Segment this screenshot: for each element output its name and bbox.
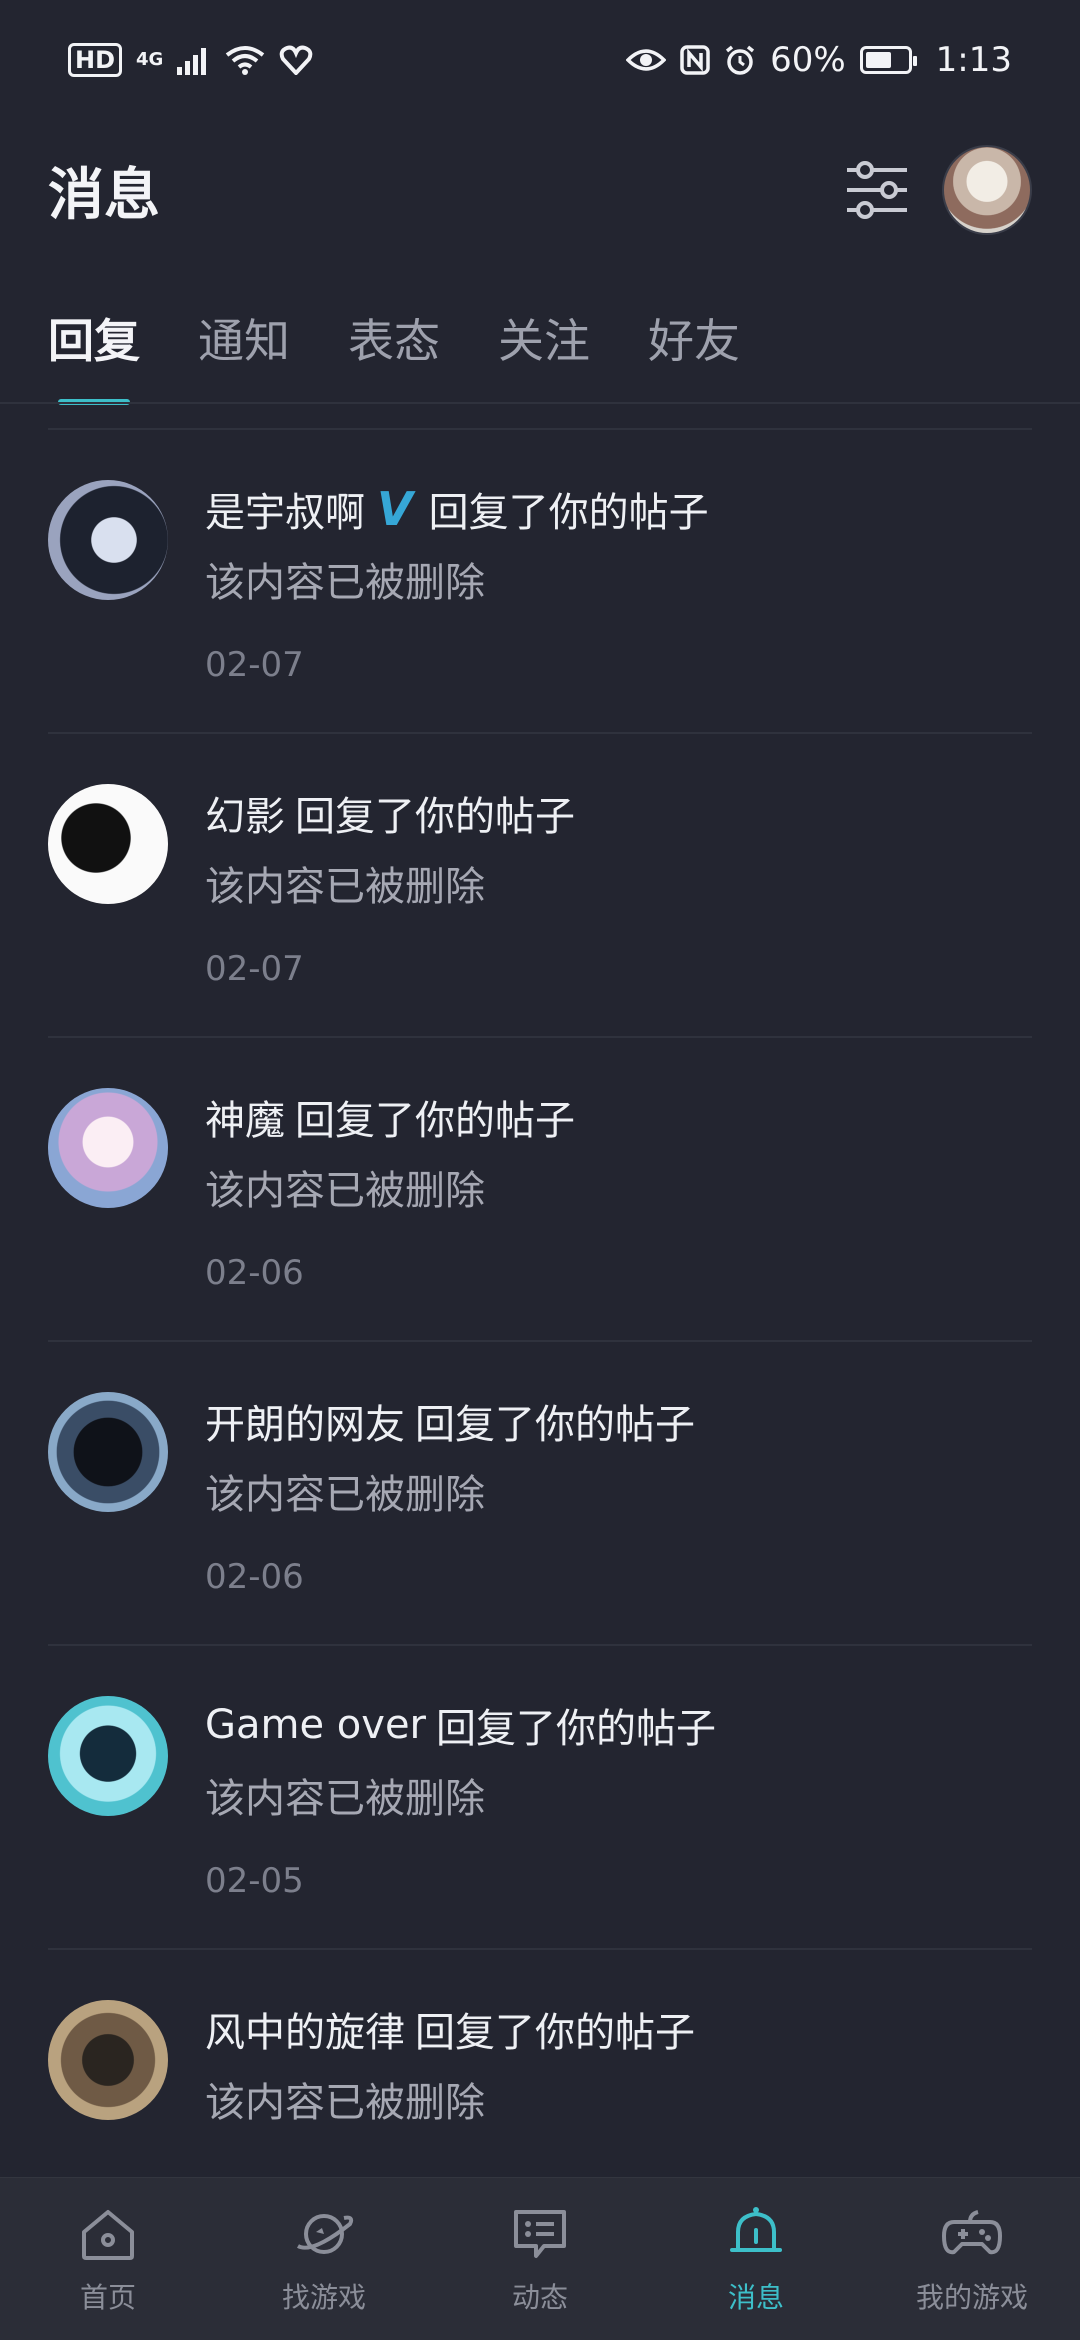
nav-my-games[interactable]: 我的游戏 <box>872 2202 1072 2316</box>
avatar[interactable] <box>48 2000 168 2120</box>
nav-label: 找游戏 <box>281 2281 366 2314</box>
tab-friends[interactable]: 好友 <box>648 295 740 371</box>
nav-home[interactable]: 首页 <box>8 2202 208 2316</box>
username[interactable]: 是宇叔啊 <box>205 480 365 538</box>
hd-indicator: HD <box>68 43 123 77</box>
filter-button[interactable] <box>842 155 912 225</box>
page-title: 消息 <box>48 162 160 228</box>
battery-icon <box>859 46 917 74</box>
action-text: 回复了你的帖子 <box>295 794 575 840</box>
message-date: 02-05 <box>205 1861 304 1901</box>
list-item[interactable]: Game over 回复了你的帖子 该内容已被删除 02-05 <box>48 1646 1032 1950</box>
message-date: 02-07 <box>205 645 304 685</box>
tab-replies[interactable]: 回复 <box>48 295 140 405</box>
action-text: 回复了你的帖子 <box>415 2010 695 2056</box>
nav-label: 消息 <box>727 2281 784 2314</box>
battery-percent: 60% <box>770 40 846 80</box>
nav-messages[interactable]: 消息 <box>656 2202 856 2316</box>
sliders-icon <box>847 161 907 219</box>
username[interactable]: Game over <box>205 1702 426 1748</box>
status-bar: HD 4G 60% 1:13 <box>0 0 1080 120</box>
nfc-icon <box>680 45 710 75</box>
message-date: 02-06 <box>205 1557 304 1597</box>
bell-icon <box>730 2207 782 2252</box>
avatar[interactable] <box>48 1696 168 1816</box>
username[interactable]: 风中的旋律 <box>205 2000 405 2058</box>
message-list: 是宇叔啊 V 回复了你的帖子 该内容已被删除 02-07 幻影 回复了你的帖子 … <box>0 428 1080 2254</box>
nav-label: 动态 <box>511 2281 568 2314</box>
nav-find-games[interactable]: 找游戏 <box>224 2202 424 2316</box>
message-title: 风中的旋律 回复了你的帖子 <box>205 2000 695 2058</box>
tab-follows[interactable]: 关注 <box>498 295 590 371</box>
message-content: 该内容已被删除 <box>205 560 485 606</box>
username[interactable]: 神魔 <box>205 1088 285 1146</box>
message-date: 02-07 <box>205 949 304 989</box>
message-title: 开朗的网友 回复了你的帖子 <box>205 1392 695 1450</box>
signal-icon <box>177 48 207 75</box>
heart-icon <box>280 45 313 75</box>
gamepad-icon <box>942 2210 1002 2255</box>
message-content: 该内容已被删除 <box>205 2080 485 2126</box>
message-title: Game over 回复了你的帖子 <box>205 1696 716 1754</box>
list-item[interactable]: 是宇叔啊 V 回复了你的帖子 该内容已被删除 02-07 <box>48 430 1032 734</box>
planet-icon <box>297 2214 354 2254</box>
tab-reactions[interactable]: 表态 <box>348 295 440 371</box>
message-content: 该内容已被删除 <box>205 1472 485 1518</box>
clock: 1:13 <box>935 40 1012 80</box>
action-text: 回复了你的帖子 <box>415 1402 695 1448</box>
nav-label: 我的游戏 <box>915 2281 1028 2314</box>
list-item[interactable]: 幻影 回复了你的帖子 该内容已被删除 02-07 <box>48 734 1032 1038</box>
message-tabs: 回复 通知 表态 关注 好友 <box>48 295 740 405</box>
nav-feed[interactable]: 动态 <box>440 2202 640 2316</box>
list-item[interactable]: 神魔 回复了你的帖子 该内容已被删除 02-06 <box>48 1038 1032 1342</box>
message-title: 幻影 回复了你的帖子 <box>205 784 575 842</box>
tabs-divider <box>0 402 1080 404</box>
action-text: 回复了你的帖子 <box>295 1098 575 1144</box>
message-title: 神魔 回复了你的帖子 <box>205 1088 575 1146</box>
bottom-nav: 首页 找游戏 动态 消息 我的游戏 <box>0 2177 1080 2340</box>
action-text: 回复了你的帖子 <box>428 490 709 536</box>
user-avatar[interactable] <box>942 145 1032 235</box>
avatar[interactable] <box>48 784 168 904</box>
alarm-icon <box>725 45 755 75</box>
message-date: 02-06 <box>205 1253 304 1293</box>
nav-label: 首页 <box>79 2281 136 2314</box>
avatar[interactable] <box>48 480 168 600</box>
tab-notifications[interactable]: 通知 <box>198 295 290 371</box>
username[interactable]: 开朗的网友 <box>205 1392 405 1450</box>
username[interactable]: 幻影 <box>205 784 285 842</box>
message-title: 是宇叔啊 V 回复了你的帖子 <box>205 480 709 538</box>
avatar[interactable] <box>48 1088 168 1208</box>
header: 消息 <box>0 130 1080 250</box>
message-content: 该内容已被删除 <box>205 864 485 910</box>
wifi-icon <box>226 46 265 75</box>
chat-icon <box>514 2210 566 2258</box>
action-text: 回复了你的帖子 <box>436 1706 716 1752</box>
avatar[interactable] <box>48 1392 168 1512</box>
message-content: 该内容已被删除 <box>205 1168 485 1214</box>
list-item[interactable]: 开朗的网友 回复了你的帖子 该内容已被删除 02-06 <box>48 1342 1032 1646</box>
message-content: 该内容已被删除 <box>205 1776 485 1822</box>
network-type: 4G <box>136 49 164 70</box>
verified-badge-icon: V <box>377 482 413 536</box>
home-icon <box>82 2210 134 2260</box>
eye-icon <box>626 49 667 71</box>
